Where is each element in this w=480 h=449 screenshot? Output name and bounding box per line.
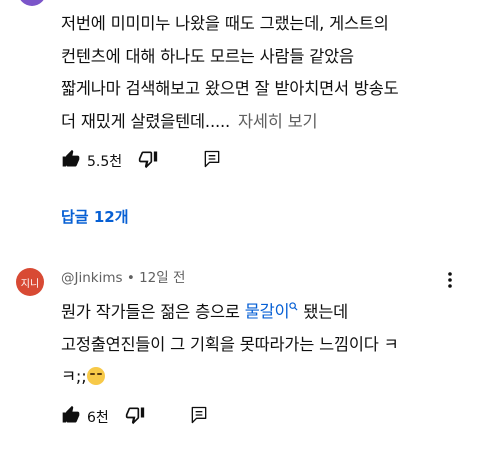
reply-icon [189,405,209,429]
comment-1-line-4: 더 재밌게 살렸을텐데..... 자세히 보기 [61,106,461,139]
comment-2-dislike-button[interactable] [125,405,145,429]
comment-1-actions: 5.5천 [61,149,222,173]
more-vert-icon[interactable] [444,270,456,290]
comment-2-line-1-end: 됐는데 [298,302,349,322]
comment-1-line-4-text: 더 재밌게 살렸을텐데..... [61,111,230,131]
thumbs-up-icon [61,405,81,429]
comment-2-author[interactable]: @Jinkims [61,270,123,286]
comment-1-dislike-button[interactable] [138,149,158,173]
comment-1-like-count: 5.5천 [87,154,123,170]
comment-1-line-2: 컨텐츠에 대해 하나도 모르는 사람들 같았음 [61,46,354,66]
read-more-link[interactable]: 자세히 보기 [238,112,318,131]
previous-author-avatar[interactable] [18,0,46,6]
comment-2-line-1: 뭔가 작가들은 젊은 층으로 물갈이 됐는데 [61,293,471,329]
thumbs-down-icon [125,405,145,429]
meta-separator: • [122,270,140,286]
comment-2-line-1-start: 뭔가 작가들은 젊은 층으로 [61,302,245,322]
comment-1-line-1: 저번에 미미미누 나왔을 때도 그랬는데, 게스트의 [61,14,389,33]
comment-2-line-2: 고정출연진들이 그 기획을 못따라가는 느낌이다 ㅋ [61,334,399,354]
comment-2-reply-button[interactable] [189,405,209,429]
search-link[interactable]: 물갈이 [245,302,299,321]
thumbs-down-icon [138,149,158,173]
comment-2-like-count: 6천 [87,410,109,426]
comment-2-like-button[interactable]: 6천 [61,405,109,429]
comment-2-body: 뭔가 작가들은 젊은 층으로 물갈이 됐는데 고정출연진들이 그 기획을 못따라… [61,293,471,394]
reply-icon [202,149,222,173]
comment-2-avatar[interactable]: 지니 [16,268,44,296]
view-replies-link[interactable]: 답글 12개 [61,206,129,227]
comment-1-like-button[interactable]: 5.5천 [61,149,122,173]
comment-1-reply-button[interactable] [202,149,222,173]
search-icon [289,302,298,314]
comment-2-time: 12일 전 [139,270,186,286]
laughing-emoji-icon [86,367,105,386]
search-link-text: 물갈이 [244,302,290,322]
comment-1-line-3: 짧게나마 검색해보고 왔으면 잘 받아치면서 방송도 [61,79,399,98]
comment-2-line-3-text: ㅋ;; [61,367,87,387]
comment-2-line-3: ㅋ;; [61,361,471,394]
thumbs-up-icon [61,149,81,173]
comment-2-actions: 6천 [61,405,209,429]
comment-2-meta: @Jinkims • 12일 전 [61,266,185,286]
comment-1-body: 저번에 미미미누 나왔을 때도 그랬는데, 게스트의 컨텐츠에 대해 하나도 모… [61,8,461,138]
